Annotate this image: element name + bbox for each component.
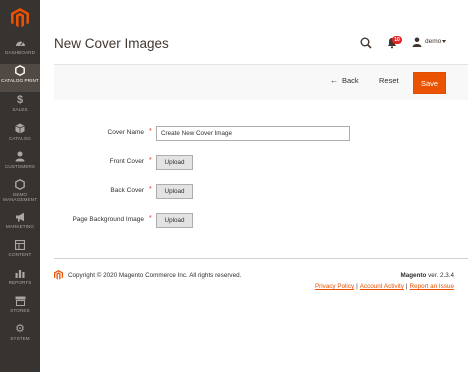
reset-button[interactable]: Reset xyxy=(379,76,399,85)
sidebar-item-label: SALES xyxy=(12,107,28,112)
user-name[interactable]: demo xyxy=(425,38,441,45)
admin-sidebar: DASHBOARD CATALOG PRINT $ SALES CATALOG … xyxy=(0,0,40,372)
copyright-text: Copyright © 2020 Magento Commerce Inc. A… xyxy=(68,272,242,279)
brand-name: Magento xyxy=(400,272,427,279)
sidebar-item-catalog-print[interactable]: CATALOG PRINT xyxy=(0,64,40,92)
arrow-left-icon: ← xyxy=(330,76,338,85)
sidebar-item-label: CUSTOMERS xyxy=(4,164,36,169)
back-cover-row: Back Cover * Upload xyxy=(40,184,474,199)
back-cover-upload-button[interactable]: Upload xyxy=(156,184,193,199)
required-asterisk: * xyxy=(149,157,152,164)
dollar-icon: $ xyxy=(16,93,24,106)
sidebar-item-label: DASHBOARD xyxy=(5,50,35,55)
back-cover-label: Back Cover xyxy=(110,187,144,194)
page-background-label: Page Background Image xyxy=(72,216,144,223)
cover-name-label: Cover Name xyxy=(107,129,144,136)
sidebar-item-stores[interactable]: STORES xyxy=(0,294,40,322)
search-icon[interactable] xyxy=(360,37,372,49)
person-icon xyxy=(15,150,25,163)
hexagon-icon xyxy=(15,178,25,191)
sidebar-item-customers[interactable]: CUSTOMERS xyxy=(0,150,40,178)
link-separator: | xyxy=(405,283,408,290)
sidebar-item-dashboard[interactable]: DASHBOARD xyxy=(0,36,40,64)
sidebar-item-label: REPORTS xyxy=(8,280,32,285)
save-button[interactable]: Save xyxy=(413,72,446,94)
sidebar-item-demo-management[interactable]: DEMO MANAGEMENT xyxy=(0,178,40,210)
store-icon xyxy=(15,294,26,307)
sidebar-item-sales[interactable]: $ SALES xyxy=(0,93,40,121)
front-cover-upload-button[interactable]: Upload xyxy=(156,155,193,170)
page-title: New Cover Images xyxy=(54,36,169,51)
footer-links: Privacy Policy | Account Activity | Report a… xyxy=(315,283,454,290)
version-info: Magento ver. 2.3.4 xyxy=(400,272,454,279)
privacy-policy-link[interactable]: Privacy Policy xyxy=(315,283,354,290)
page-background-upload-button[interactable]: Upload xyxy=(156,213,193,228)
cover-name-row: Cover Name * xyxy=(40,126,474,141)
dashboard-icon xyxy=(15,36,26,49)
sidebar-item-label: SYSTEM xyxy=(10,336,30,341)
required-asterisk: * xyxy=(149,128,152,135)
back-button[interactable]: ← Back xyxy=(330,76,359,85)
page-actions-bar: ← Back Reset Save xyxy=(54,64,468,100)
sidebar-item-content[interactable]: CONTENT xyxy=(0,238,40,266)
link-separator: | xyxy=(356,283,358,290)
sidebar-item-system[interactable]: ⚙ SYSTEM xyxy=(0,322,40,350)
required-asterisk: * xyxy=(149,215,152,222)
back-button-label: Back xyxy=(342,76,359,85)
front-cover-row: Front Cover * Upload xyxy=(40,155,474,170)
sidebar-item-label: CATALOG xyxy=(9,136,31,141)
sidebar-item-catalog[interactable]: CATALOG xyxy=(0,122,40,150)
chevron-down-icon[interactable] xyxy=(442,40,446,43)
report-issue-link[interactable]: Report an Issue xyxy=(410,283,454,290)
footer-divider xyxy=(54,258,468,259)
version-number: ver. 2.3.4 xyxy=(428,272,454,279)
sidebar-item-label: CATALOG PRINT xyxy=(1,78,39,83)
page-background-row: Page Background Image * Upload xyxy=(40,213,474,228)
notification-count-badge: 10 xyxy=(392,36,402,44)
layout-icon xyxy=(15,238,25,251)
sidebar-item-marketing[interactable]: MARKETING xyxy=(0,210,40,238)
gear-icon: ⚙ xyxy=(15,323,25,335)
sidebar-item-label: STORES xyxy=(10,308,30,313)
magento-logo[interactable] xyxy=(11,8,29,28)
user-icon[interactable] xyxy=(412,37,422,47)
cover-name-input[interactable] xyxy=(156,126,350,141)
hexagon-icon xyxy=(15,64,25,77)
sidebar-item-label: MARKETING xyxy=(5,224,35,229)
magento-logo xyxy=(54,270,63,280)
main-content: New Cover Images 10 demo ← Back Reset Sa… xyxy=(40,0,474,372)
front-cover-label: Front Cover xyxy=(109,158,144,165)
required-asterisk: * xyxy=(149,186,152,193)
sidebar-item-label: DEMO MANAGEMENT xyxy=(3,192,37,202)
bar-chart-icon xyxy=(15,266,25,279)
sidebar-item-reports[interactable]: REPORTS xyxy=(0,266,40,294)
box-icon xyxy=(15,122,25,135)
megaphone-icon xyxy=(15,210,26,223)
sidebar-item-label: CONTENT xyxy=(8,252,32,257)
account-activity-link[interactable]: Account Activity xyxy=(360,283,404,290)
